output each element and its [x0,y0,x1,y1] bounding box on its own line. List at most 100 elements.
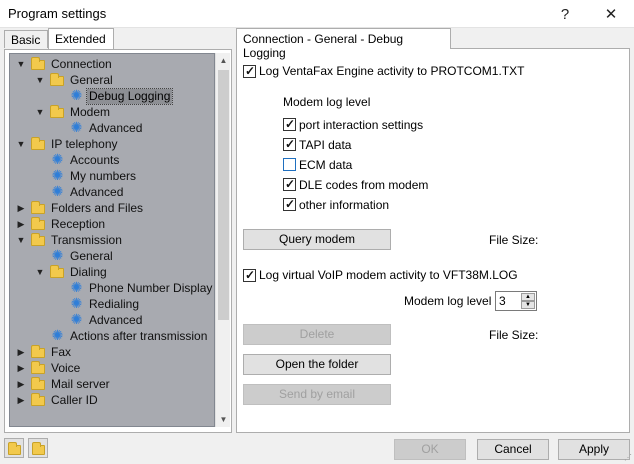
modem-log-level-heading: Modem log level [283,95,371,109]
expand-icon[interactable]: ▶ [16,379,26,389]
tree-item[interactable]: ▼ Modem [10,104,214,120]
expand-icon[interactable]: ▶ [16,363,26,373]
ok-button[interactable]: OK [394,439,466,460]
tree-item[interactable]: ▼ Dialing [10,264,214,280]
tree-item[interactable]: ✺ Accounts [10,152,214,168]
log-engine-label[interactable]: Log VentaFax Engine activity to PROTCOM1… [259,64,524,78]
collapse-icon[interactable]: ▼ [16,139,26,149]
collapse-icon[interactable]: ▼ [35,107,45,117]
gear-icon: ✺ [51,327,64,343]
open-folder-log-button[interactable]: Open the folder [243,354,391,375]
expand-icon[interactable]: ▶ [16,219,26,229]
tree-item-label[interactable]: IP telephony [49,137,120,152]
gear-icon: ✺ [70,87,83,103]
other-info-label[interactable]: other information [299,198,389,212]
log-engine-checkbox[interactable] [243,64,256,78]
tree-item-label[interactable]: Modem [68,105,112,120]
tree-item[interactable]: ▶ Reception [10,216,214,232]
tab-debug-logging[interactable]: Connection - General - Debug Logging [236,28,451,60]
tree-item[interactable]: ▶ Mail server [10,376,214,392]
tree-item-label[interactable]: Dialing [68,265,109,280]
help-button[interactable]: ? [542,0,588,28]
close-button[interactable]: ✕ [588,0,634,28]
tree-item-label[interactable]: My numbers [68,169,138,184]
tree-item-label[interactable]: Advanced [87,313,144,328]
tree-item[interactable]: ✺ Advanced [10,312,214,328]
open-folder-button[interactable] [4,438,24,458]
tapi-data-checkbox[interactable] [283,137,296,151]
scroll-up-icon[interactable]: ▲ [216,53,231,68]
tree-item[interactable]: ▼ IP telephony [10,136,214,152]
tree-item[interactable]: ▼ Connection [10,56,214,72]
voip-log-level-stepper[interactable]: 3 ▲ ▼ [495,291,537,311]
cancel-button[interactable]: Cancel [477,439,549,460]
new-folder-button[interactable] [28,438,48,458]
collapse-icon[interactable]: ▼ [16,235,26,245]
tree-item-label[interactable]: General [68,249,115,264]
tab-basic[interactable]: Basic [4,30,48,48]
tree-item[interactable]: ▶ Caller ID [10,392,214,408]
tree-item-label[interactable]: Caller ID [49,393,100,408]
collapse-icon[interactable]: ▼ [35,267,45,277]
tree-item[interactable]: ✺ Actions after transmission [10,327,214,344]
spin-down-icon[interactable]: ▼ [521,301,535,309]
tree-scrollbar[interactable]: ▲ ▼ [215,53,230,427]
folder-icon [31,393,45,406]
tree-item-label[interactable]: Fax [49,345,73,360]
log-voip-checkbox[interactable] [243,268,256,282]
tree-item-label[interactable]: Connection [49,57,114,72]
tapi-data-label[interactable]: TAPI data [299,138,351,152]
tree-item-label[interactable]: Mail server [49,377,112,392]
tree-item-label[interactable]: Folders and Files [49,201,145,216]
tree-item-label[interactable]: Actions after transmission [68,329,209,344]
tree-item-label[interactable]: Phone Number Display [87,281,214,296]
folder-icon [50,265,64,278]
tree-item[interactable]: ▼ General [10,72,214,88]
tree-item[interactable]: ▶ Voice [10,360,214,376]
scroll-thumb[interactable] [218,70,229,320]
tree-item-label[interactable]: Advanced [68,185,125,200]
tree-item-label[interactable]: Debug Logging [85,88,174,105]
port-interaction-checkbox[interactable] [283,117,296,131]
tree-item[interactable]: ✺ Debug Logging [10,87,214,105]
tree-item-label[interactable]: Redialing [87,297,141,312]
ecm-data-label[interactable]: ECM data [299,158,352,172]
collapse-icon[interactable]: ▼ [16,59,26,69]
tree-item[interactable]: ▶ Folders and Files [10,200,214,216]
tree-item[interactable]: ✺ Phone Number Display [10,280,214,296]
tree-item-label[interactable]: Accounts [68,153,121,168]
delete-button[interactable]: Delete [243,324,391,345]
expand-icon[interactable]: ▶ [16,347,26,357]
query-modem-button[interactable]: Query modem [243,229,391,250]
resize-grip-icon[interactable]: ⋰ [624,453,632,462]
tree-item[interactable]: ✺ Advanced [10,184,214,200]
tree-item-label[interactable]: Advanced [87,121,144,136]
other-info-checkbox[interactable] [283,197,296,211]
tree-item-label[interactable]: General [68,73,115,88]
spin-up-icon[interactable]: ▲ [521,293,535,301]
tree-item-label[interactable]: Reception [49,217,107,232]
log-voip-label[interactable]: Log virtual VoIP modem activity to VFT38… [259,268,518,282]
tree-item-label[interactable]: Voice [49,361,82,376]
dle-codes-label[interactable]: DLE codes from modem [299,178,428,192]
tree-item[interactable]: ✺ My numbers [10,168,214,184]
collapse-icon[interactable]: ▼ [35,75,45,85]
tree-item[interactable]: ✺ Advanced [10,120,214,136]
apply-button[interactable]: Apply [558,439,630,460]
folder-icon [31,217,45,230]
ecm-data-checkbox[interactable] [283,158,296,171]
expand-icon[interactable]: ▶ [16,395,26,405]
dle-codes-checkbox[interactable] [283,177,296,191]
tree-item[interactable]: ▼ Transmission [10,232,214,248]
folder-icon [31,345,45,358]
scroll-down-icon[interactable]: ▼ [216,412,231,427]
tab-extended[interactable]: Extended [48,28,114,49]
port-interaction-label[interactable]: port interaction settings [299,118,423,132]
expand-icon[interactable]: ▶ [16,203,26,213]
tree-item[interactable]: ✺ Redialing [10,296,214,312]
tree-item[interactable]: ✺ General [10,248,214,264]
voip-log-level-value[interactable]: 3 [499,294,506,308]
send-by-email-button[interactable]: Send by email [243,384,391,405]
tree-item[interactable]: ▶ Fax [10,344,214,360]
tree-item-label[interactable]: Transmission [49,233,124,248]
